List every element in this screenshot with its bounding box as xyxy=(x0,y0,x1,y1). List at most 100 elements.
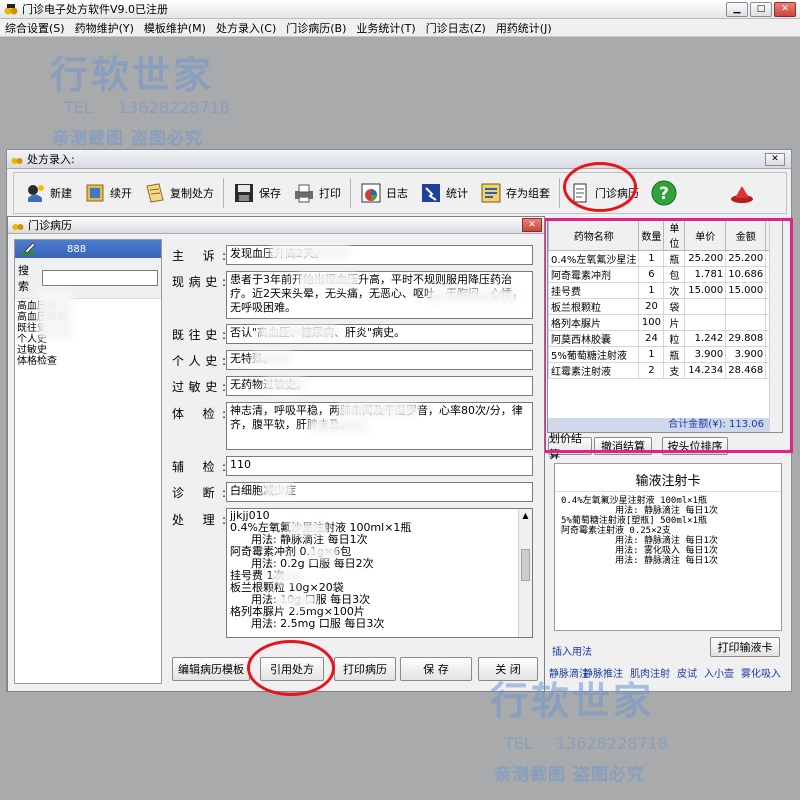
watermark-note: 亲测截图 盗图必究 xyxy=(52,129,203,149)
save-template-button[interactable]: 存为组套 xyxy=(474,176,556,210)
print-toolbar-button[interactable]: 打印 xyxy=(287,176,347,210)
personal-history-field[interactable]: 无特殊。 xyxy=(226,350,533,370)
outpatient-record-button[interactable]: 门诊病历 xyxy=(563,176,645,210)
edit-template-button[interactable]: 编辑病历模板 xyxy=(172,657,250,681)
outpatient-record-dialog: 门诊病历 ✕ 888 搜索 高血压病 高血压病史 既往史 个人史 过敏史 体格检… xyxy=(7,216,545,692)
watermark-note: 亲测截图 盗图必究 xyxy=(494,765,645,785)
log-button[interactable]: 日志 xyxy=(354,176,414,210)
save-button[interactable]: 保 存 xyxy=(400,657,472,681)
present-illness-field[interactable]: 患者于3年前开始出现血压升高，平时不规则服用降压药治疗。近2天来头晕，无头痛，无… xyxy=(226,271,533,319)
copy-icon xyxy=(146,183,164,203)
watermark-title: 行软世家 xyxy=(50,53,215,97)
exit-button[interactable] xyxy=(723,176,761,210)
new-icon xyxy=(28,185,44,202)
close-button[interactable]: ✕ xyxy=(774,2,796,17)
stats-button[interactable]: 统计 xyxy=(414,176,474,210)
print-record-button[interactable]: 打印病历 xyxy=(334,657,396,681)
past-history-label: 既往史: xyxy=(172,328,226,342)
col-header-price[interactable]: 单价 xyxy=(684,219,727,251)
menu-drug-maintenance[interactable]: 药物维护(Y) xyxy=(70,20,139,36)
complaint-field[interactable]: 发现血压升高2天。 xyxy=(226,245,533,265)
save-icon xyxy=(235,184,253,202)
menu-prescription-entry[interactable]: 处方录入(C) xyxy=(211,20,281,36)
scroll-up-icon[interactable]: ▲ xyxy=(519,509,532,523)
table-row[interactable]: 5%葡萄糖注射液 1 瓶 3.900 3.900 xyxy=(548,346,782,363)
menu-settings[interactable]: 综合设置(S) xyxy=(0,20,70,36)
toolbar-separator xyxy=(559,178,560,208)
table-row[interactable]: 阿奇霉素冲剂 6 包 1.781 10.686 xyxy=(548,266,782,283)
list-item[interactable]: 体格检查 xyxy=(17,356,159,367)
list-item[interactable]: 高血压病 xyxy=(17,301,159,312)
stats-icon xyxy=(422,184,440,202)
usage-link-nebulize[interactable]: 雾化吸入 xyxy=(741,665,781,680)
patient-id: 888 xyxy=(67,243,87,255)
usage-link-im[interactable]: 肌肉注射 xyxy=(630,665,670,680)
list-item[interactable]: 过敏史 xyxy=(17,345,159,356)
usage-link-iv-push[interactable]: 静脉推注 xyxy=(583,665,623,680)
cancel-settle-button[interactable]: 撤消结算 xyxy=(594,437,652,455)
allergy-label: 过敏史: xyxy=(172,380,226,394)
menu-bar: 综合设置(S) 药物维护(Y) 模板维护(M) 处方录入(C) 门诊病历(B) … xyxy=(0,19,800,37)
insert-usage-link[interactable]: 插入用法 xyxy=(552,643,592,658)
diagnosis-field[interactable]: 白细胞减少症 xyxy=(226,482,533,502)
menu-outpatient-log[interactable]: 门诊日志(Z) xyxy=(421,20,491,36)
list-item[interactable]: 既往史 xyxy=(17,323,159,334)
grid-scrollbar[interactable] xyxy=(769,219,782,432)
prescription-close-button[interactable]: ✕ xyxy=(765,153,785,166)
svg-text:?: ? xyxy=(659,184,669,204)
menu-template-maintenance[interactable]: 模板维护(M) xyxy=(139,20,211,36)
menu-outpatient-record[interactable]: 门诊病历(B) xyxy=(281,20,351,36)
watermark-tel-number: 13628228718 xyxy=(556,734,668,753)
app-title: 门诊电子处方软件V9.0已注册 xyxy=(22,3,169,16)
table-row[interactable]: 阿莫西林胶囊 24 粒 1.242 29.808 xyxy=(548,330,782,347)
toolbar-separator xyxy=(350,178,351,208)
print-iv-card-button[interactable]: 打印输液卡 xyxy=(710,637,780,657)
col-header-amount[interactable]: 金额 xyxy=(725,219,767,251)
table-row[interactable]: 0.4%左氧氟沙星注 1 瓶 25.200 25.200 xyxy=(548,250,782,267)
table-row[interactable]: 红霉素注射液 2 支 14.234 28.468 xyxy=(548,362,782,379)
template-icon xyxy=(481,183,501,203)
patient-header[interactable]: 888 xyxy=(15,240,161,258)
minimize-button[interactable]: ▁ xyxy=(726,2,748,17)
table-row[interactable]: 格列本脲片 100 片 xyxy=(548,314,782,331)
watermark-tel-number: 13628228718 xyxy=(118,98,230,117)
past-history-field[interactable]: 否认"高血压、糖尿病、肝炎"病史。 xyxy=(226,324,533,344)
list-item[interactable]: 个人史 xyxy=(17,334,159,345)
treatment-scrollbar[interactable]: ▲ xyxy=(518,509,532,637)
close-dialog-button[interactable]: 关 闭 xyxy=(478,657,538,681)
menu-statistics[interactable]: 业务统计(T) xyxy=(351,20,420,36)
use-prescription-button[interactable]: 引用处方 xyxy=(260,657,324,681)
new-button[interactable]: 新建 xyxy=(18,176,78,210)
usage-link-small-pot[interactable]: 入小壶 xyxy=(704,665,734,680)
col-header-unit[interactable]: 单位 xyxy=(663,219,686,251)
price-settle-button[interactable]: 划价结算 xyxy=(548,432,592,461)
watermark-tel-label: TEL xyxy=(64,98,93,117)
aux-exam-field[interactable]: 110 xyxy=(226,456,533,476)
maximize-button[interactable]: □ xyxy=(750,2,772,17)
table-row[interactable]: 板兰根颗粒 20 袋 xyxy=(548,298,782,315)
save-toolbar-button[interactable]: 保存 xyxy=(227,176,287,210)
table-row[interactable]: 挂号费 1 次 15.000 15.000 xyxy=(548,282,782,299)
prescription-title: 处方录入: xyxy=(27,153,75,166)
help-button[interactable]: ? xyxy=(645,176,683,210)
app-logo-icon xyxy=(4,4,18,15)
rx-logo-icon xyxy=(11,158,23,164)
treatment-field[interactable]: jjkjj010 0.4%左氧氟沙星注射液 100ml×1瓶 用法: 静脉滴注 … xyxy=(226,508,533,638)
copy-rx-button[interactable]: 复制处方 xyxy=(138,176,220,210)
exam-field[interactable]: 神志清，呼吸平稳，两肺未闻及干湿罗音，心率80次/分，律齐，腹平软，肝脾未及。 xyxy=(226,402,533,450)
list-item[interactable]: 高血压病史 xyxy=(17,312,159,323)
scroll-thumb[interactable] xyxy=(521,549,530,581)
col-header-drug[interactable]: 药物名称 xyxy=(548,219,640,251)
search-input[interactable] xyxy=(42,270,158,286)
record-title: 门诊病历 xyxy=(28,219,72,232)
usage-link-skin-test[interactable]: 皮试 xyxy=(677,665,697,680)
record-close-button[interactable]: ✕ xyxy=(522,218,542,232)
sort-button[interactable]: 按头位排序 xyxy=(662,437,728,455)
col-header-qty[interactable]: 数量 xyxy=(638,219,665,251)
menu-drug-statistics[interactable]: 用药统计(J) xyxy=(491,20,557,36)
continue-icon xyxy=(86,184,104,202)
record-logo-icon xyxy=(12,224,24,230)
continue-button[interactable]: 续开 xyxy=(78,176,138,210)
iv-card-body[interactable]: 0.4%左氧氟沙星注射液 100ml×1瓶 用法: 静脉滴注 每日1次 5%葡萄… xyxy=(555,492,781,570)
allergy-field[interactable]: 无药物过敏史。 xyxy=(226,376,533,396)
